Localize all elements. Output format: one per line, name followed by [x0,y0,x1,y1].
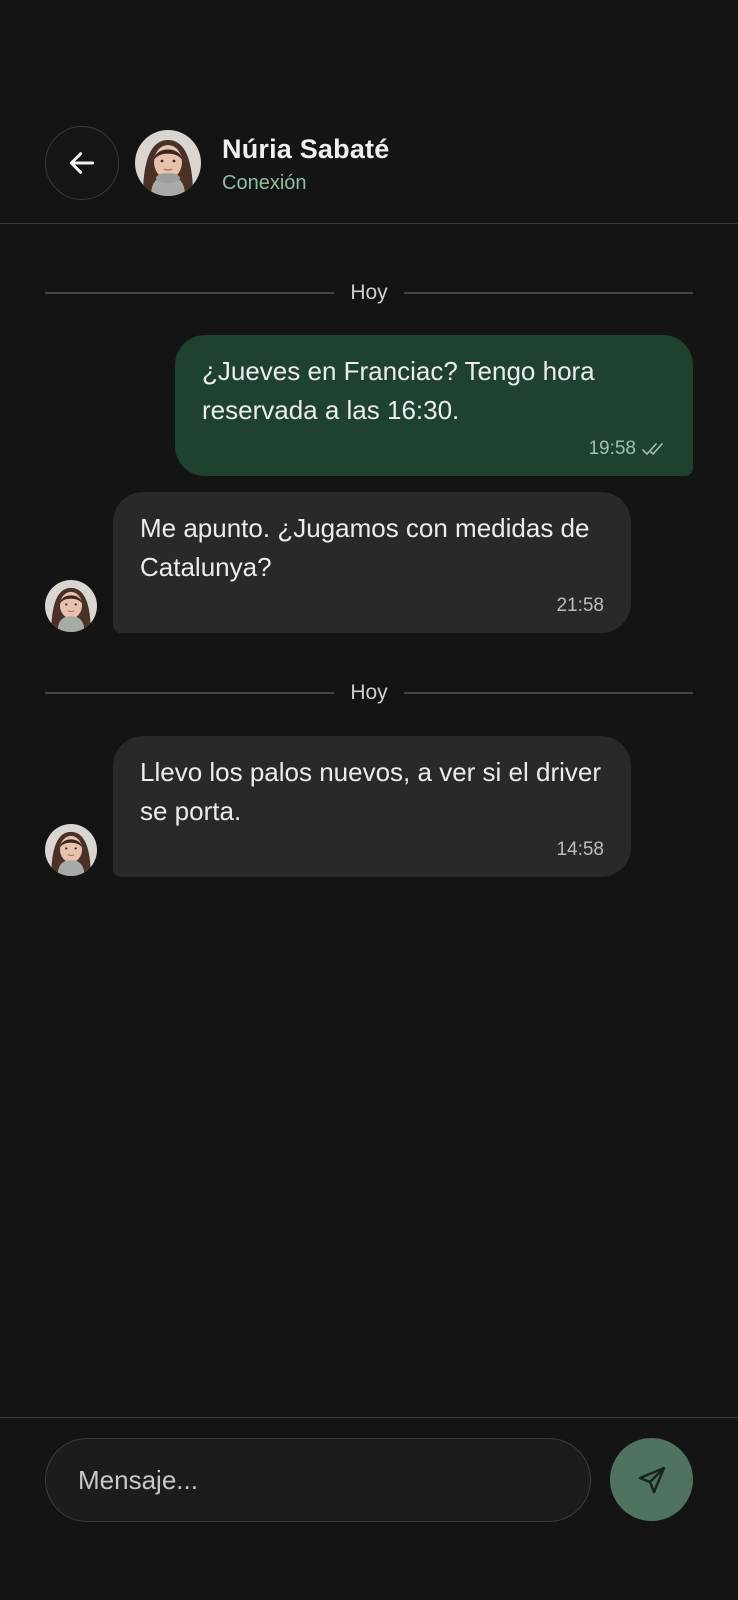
date-label: Hoy [350,681,388,704]
message-text: Llevo los palos nuevos, a ver si el driv… [140,757,602,826]
message-time: 21:58 [556,595,604,616]
message-text: ¿Jueves en Franciac? Tengo hora reservad… [202,356,595,425]
send-icon [638,1466,665,1493]
message-meta: 19:58 [588,438,666,460]
chat-header: Núria Sabaté Conexión [0,0,738,224]
sender-avatar[interactable] [45,824,97,876]
message-time: 14:58 [556,839,604,860]
back-button[interactable] [45,126,119,200]
incoming-message[interactable]: Llevo los palos nuevos, a ver si el driv… [113,736,631,877]
outgoing-message[interactable]: ¿Jueves en Franciac? Tengo hora reservad… [175,335,693,476]
divider [45,692,335,694]
arrow-left-icon [69,152,95,174]
chat-screen: Núria Sabaté Conexión Hoy ¿Jueves en Fra… [0,0,738,1600]
sender-avatar[interactable] [45,580,97,632]
message-time: 19:58 [588,438,636,459]
contact-avatar[interactable] [135,130,201,196]
contact-status: Conexión [222,172,307,194]
message-composer [0,1417,738,1600]
divider [45,292,335,294]
message-text: Me apunto. ¿Jugamos con medidas de Catal… [140,513,590,582]
message-input-container[interactable] [45,1438,591,1522]
divider [403,292,694,294]
contact-name: Núria Sabaté [222,134,390,164]
send-button[interactable] [610,1438,693,1521]
date-separator: Hoy [45,678,694,708]
message-input[interactable] [78,1464,590,1496]
message-meta: 14:58 [556,839,604,861]
divider [403,692,694,694]
date-separator: Hoy [45,278,694,308]
double-check-icon [642,443,663,455]
message-meta: 21:58 [556,595,604,617]
incoming-message[interactable]: Me apunto. ¿Jugamos con medidas de Catal… [113,492,631,633]
date-label: Hoy [350,281,388,304]
